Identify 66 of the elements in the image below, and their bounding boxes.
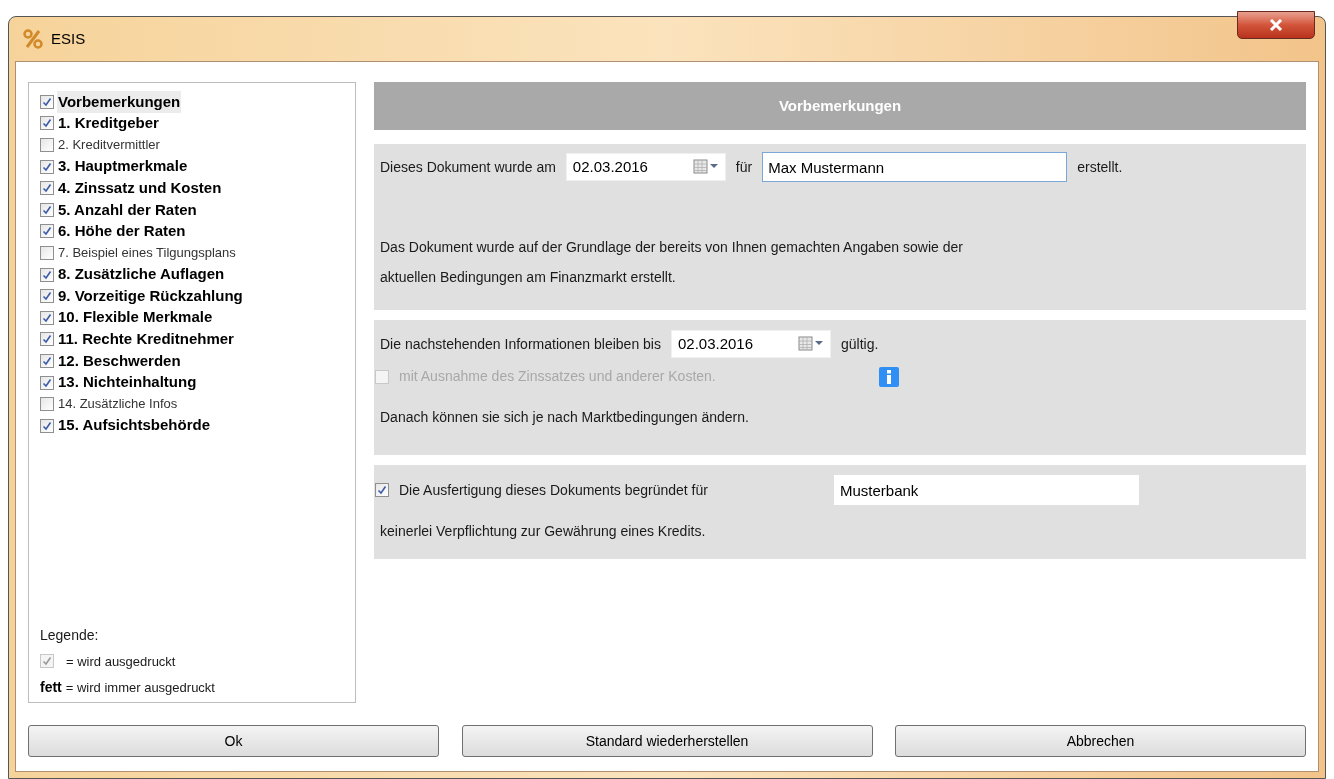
section-item[interactable]: 7. Beispiel eines Tilgungsplans — [57, 243, 237, 263]
checkbox[interactable] — [375, 483, 389, 497]
legend-bold-word: fett — [40, 678, 62, 697]
checkbox[interactable] — [40, 397, 54, 412]
checkbox[interactable] — [40, 375, 54, 390]
checkbox[interactable] — [40, 418, 54, 433]
window-title: ESIS — [51, 28, 86, 49]
checkbox[interactable] — [40, 224, 54, 239]
section-item[interactable]: 14. Zusätzliche Infos — [57, 394, 179, 414]
checkbox-label: mit Ausnahme des Zinssatzes und anderer Kosten. — [399, 367, 717, 386]
info-icon[interactable] — [879, 366, 899, 387]
section-item[interactable]: 8. Zusätzliche Auflagen — [57, 263, 226, 286]
label-text: Die nachstehenden Informationen bleiben bis — [380, 334, 661, 354]
checkbox[interactable] — [40, 245, 54, 260]
dialog-button[interactable]: Abbrechen — [895, 725, 1306, 757]
checkbox[interactable] — [40, 202, 54, 217]
section-item[interactable]: 13. Nichteinhaltung — [57, 371, 198, 394]
section-item[interactable]: Vorbemerkungen — [57, 90, 182, 114]
checkbox[interactable] — [40, 138, 54, 152]
name-field[interactable]: Max Mustermann — [762, 152, 1068, 182]
legend-title: Legende: — [40, 625, 100, 645]
checkbox[interactable] — [40, 289, 54, 304]
legend-text: = wird ausgedruckt — [66, 652, 176, 671]
section-item[interactable]: 15. Aufsichtsbehörde — [57, 414, 211, 437]
date-value: 02.03.2016 — [678, 333, 755, 354]
checkbox[interactable] — [40, 94, 54, 109]
lender-field[interactable]: Musterbank — [834, 475, 1139, 505]
date-picker[interactable]: 02.03.2016 — [565, 153, 726, 181]
section-item[interactable]: 5. Anzahl der Raten — [57, 198, 198, 221]
section-item[interactable]: 1. Kreditgeber — [57, 112, 160, 135]
section-item[interactable]: 11. Rechte Kreditnehmer — [57, 328, 235, 351]
label-text: Dieses Dokument wurde am — [380, 157, 556, 177]
section-item[interactable]: 2. Kreditvermittler — [57, 135, 161, 155]
legend-text: = wird immer ausgedruckt — [65, 678, 215, 697]
legend-checkbox[interactable] — [40, 654, 54, 669]
checkbox[interactable] — [40, 116, 54, 131]
checkbox[interactable] — [40, 332, 54, 347]
label-text: erstellt. — [1077, 157, 1123, 177]
close-icon — [1269, 19, 1283, 31]
paragraph-text: aktuellen Bedingungen am Finanzmarkt erstellt. — [380, 268, 677, 287]
dialog-button[interactable]: Ok — [28, 725, 439, 757]
checkbox[interactable] — [40, 353, 54, 368]
calendar-dropdown-icon[interactable] — [692, 159, 719, 175]
date-value: 02.03.2016 — [572, 156, 649, 177]
checkbox[interactable] — [40, 267, 54, 282]
paragraph-text: Das Dokument wurde auf der Grundlage der bereits von Ihnen gemachten Angaben sowie der — [380, 238, 964, 257]
section-item[interactable]: 9. Vorzeitige Rückzahlung — [57, 284, 244, 308]
checkbox[interactable] — [40, 310, 54, 325]
dialog-button[interactable]: Standard wiederherstellen — [461, 725, 873, 757]
section-item[interactable]: 12. Beschwerden — [57, 349, 182, 373]
checkbox[interactable] — [40, 159, 54, 174]
checkbox[interactable] — [40, 181, 54, 196]
paragraph-text: Danach können sie sich je nach Marktbedingungen ändern. — [380, 408, 750, 427]
section-item[interactable]: 3. Hauptmerkmale — [57, 155, 189, 178]
label-text: gültig. — [841, 334, 879, 354]
panel-title: Vorbemerkungen — [778, 95, 902, 116]
section-item[interactable]: 4. Zinssatz und Kosten — [57, 176, 223, 200]
section-item[interactable]: 10. Flexible Merkmale — [57, 306, 214, 329]
section-item[interactable]: 6. Höhe der Raten — [57, 220, 187, 243]
close-button[interactable] — [1237, 11, 1315, 39]
checkbox-label: Die Ausfertigung dieses Dokuments begründet für — [399, 480, 709, 500]
percent-icon — [23, 29, 43, 49]
calendar-dropdown-icon[interactable] — [798, 336, 824, 352]
label-text: für — [735, 157, 753, 177]
paragraph-text: keinerlei Verpflichtung zur Gewährung eines Kredits. — [380, 522, 707, 541]
date-picker[interactable]: 02.03.2016 — [671, 330, 831, 358]
